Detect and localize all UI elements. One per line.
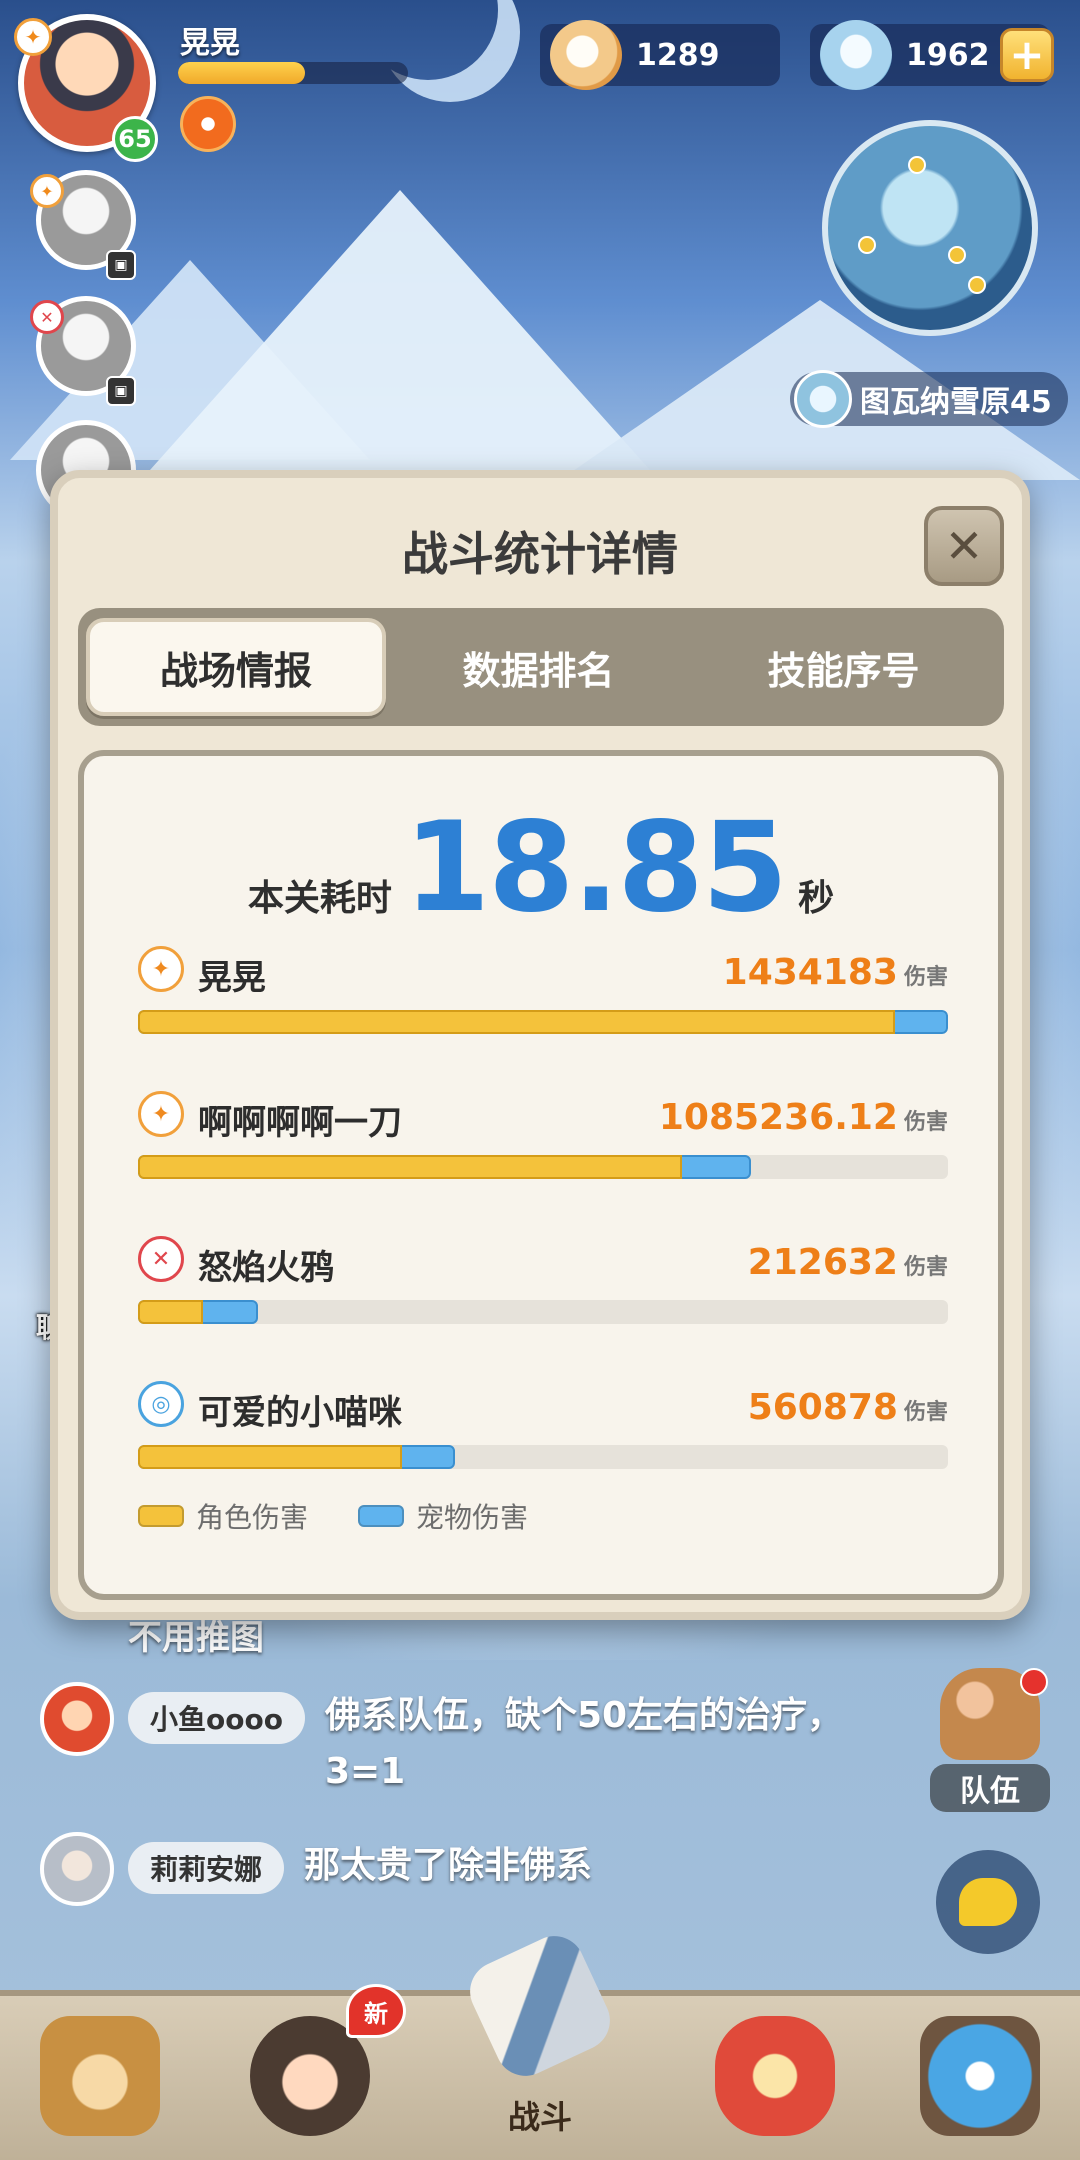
minimap[interactable] (822, 120, 1038, 336)
battle-intel-panel: 本关耗时 18.85 秒 ✦ 晃晃 1434183 伤害 ✦ 啊啊啊啊一刀 10… (78, 750, 1004, 1600)
nav-battle[interactable]: 战斗 (460, 1926, 620, 2136)
class-sword-icon: ✦ (30, 174, 64, 208)
battle-sword-icon (460, 1926, 620, 2086)
map-marker (968, 276, 986, 294)
chat-message-text: 那太贵了除非佛系 (304, 1845, 593, 1886)
battle-stats-dialog: 战斗统计详情 ✕ 战场情报 数据排名 技能序号 本关耗时 18.85 秒 ✦ 晃… (50, 470, 1030, 1620)
class-crow-icon: ✕ (138, 1236, 184, 1282)
nav-portal[interactable] (905, 2016, 1055, 2156)
notification-dot (1020, 1668, 1048, 1696)
damage-bar (138, 1010, 948, 1034)
dialog-title: 战斗统计详情 (402, 527, 678, 581)
member-name: 可爱的小喵咪 (198, 1393, 402, 1433)
member-name: 啊啊啊啊一刀 (198, 1103, 402, 1143)
class-crow-icon: ✕ (30, 300, 64, 334)
damage-value: 1085236.12 (658, 1097, 898, 1138)
damage-value: 212632 (747, 1242, 898, 1283)
legend-label: 角色伤害 (196, 1501, 309, 1534)
player-hp-fill (178, 62, 305, 84)
chat-username[interactable]: 莉莉安娜 (128, 1842, 285, 1894)
damage-unit: 伤害 (903, 1255, 948, 1280)
damage-total: 560878 伤害 (748, 1387, 948, 1428)
new-badge: 新 (346, 1984, 406, 2038)
damage-total: 1085236.12 伤害 (659, 1097, 948, 1138)
stats-tabs: 战场情报 数据排名 技能序号 (78, 608, 1004, 726)
legend-swatch (138, 1505, 184, 1527)
nav-pet[interactable] (700, 2016, 850, 2156)
chat-fab-button[interactable] (936, 1850, 1040, 1954)
member-name: 晃晃 (198, 958, 266, 998)
character-damage-segment (138, 1155, 683, 1179)
clear-time-unit: 秒 (798, 878, 835, 919)
damage-row: ✦ 啊啊啊啊一刀 1085236.12 伤害 (138, 1091, 948, 1201)
clear-time: 本关耗时 18.85 秒 (84, 806, 998, 930)
character-damage-segment (138, 1445, 403, 1469)
chat-avatar[interactable] (40, 1682, 114, 1756)
chat-message: 小鱼oooo 佛系队伍，缺个50左右的治疗，3=1 (40, 1682, 845, 1800)
damage-unit: 伤害 (903, 1110, 948, 1135)
class-flame-icon: ✦ (138, 946, 184, 992)
gem-currency[interactable]: 1962 + (810, 20, 1054, 90)
character-damage-segment (138, 1300, 203, 1324)
chat-username[interactable]: 小鱼oooo (128, 1692, 305, 1744)
damage-legend: 角色伤害 宠物伤害 (138, 1496, 558, 1536)
damage-row: ✦ 晃晃 1434183 伤害 (138, 946, 948, 1056)
damage-bar (138, 1300, 948, 1324)
tab-data-ranking[interactable]: 数据排名 (386, 618, 691, 716)
chat-message: 莉莉安娜 那太贵了除非佛系 (40, 1832, 592, 1906)
chat-status-icon: ▣ (106, 250, 136, 280)
class-swirl-icon: ◎ (138, 1381, 184, 1427)
tribe-icon (40, 2016, 160, 2136)
map-marker (858, 236, 876, 254)
player-hp-bar (178, 62, 408, 84)
pearl-currency[interactable]: 1289 (540, 20, 780, 90)
chat-status-icon: ▣ (106, 376, 136, 406)
speech-bubble-icon (959, 1878, 1017, 1926)
add-gems-button[interactable]: + (1000, 28, 1054, 82)
gem-icon (820, 20, 892, 90)
portal-icon (920, 2016, 1040, 2136)
clear-time-value: 18.85 (403, 796, 788, 940)
nav-tribe[interactable] (25, 2016, 175, 2156)
legend-label: 宠物伤害 (416, 1501, 529, 1534)
class-flame-icon: ✦ (14, 18, 52, 56)
damage-total: 1434183 伤害 (723, 952, 948, 993)
player-name: 晃晃 (180, 26, 240, 61)
location-name: 图瓦纳雪原45 (860, 385, 1052, 420)
close-button[interactable]: ✕ (924, 506, 1004, 586)
damage-bar (138, 1155, 948, 1179)
damage-unit: 伤害 (903, 965, 948, 990)
player-level-badge: 65 (112, 116, 158, 162)
location-icon (794, 370, 852, 428)
map-marker (948, 246, 966, 264)
damage-value: 560878 (747, 1387, 898, 1428)
damage-row: ◎ 可爱的小喵咪 560878 伤害 (138, 1381, 948, 1491)
chat-message-text: 佛系队伍，缺个50左右的治疗，3=1 (324, 1695, 844, 1792)
legend-item-pet: 宠物伤害 (358, 1496, 528, 1536)
pet-icon (715, 2016, 835, 2136)
location-label[interactable]: 图瓦纳雪原45 (790, 370, 1068, 428)
damage-unit: 伤害 (903, 1400, 948, 1425)
clear-time-label: 本关耗时 (247, 878, 392, 919)
legend-item-character: 角色伤害 (138, 1496, 308, 1536)
pearl-icon (550, 20, 622, 90)
damage-bar (138, 1445, 948, 1469)
map-marker (908, 156, 926, 174)
bottom-nav: 战斗 (0, 1926, 1080, 2160)
tab-battle-intel[interactable]: 战场情报 (86, 618, 386, 716)
damage-total: 212632 伤害 (748, 1242, 948, 1283)
pearl-count: 1289 (636, 37, 720, 73)
chat-avatar[interactable] (40, 1832, 114, 1906)
gem-count: 1962 (906, 37, 990, 73)
buff-icon[interactable] (180, 96, 236, 152)
class-sword-icon: ✦ (138, 1091, 184, 1137)
member-name: 怒焰火鸦 (198, 1248, 334, 1288)
damage-row: ✕ 怒焰火鸦 212632 伤害 (138, 1236, 948, 1346)
nav-battle-label: 战斗 (507, 2098, 572, 2136)
legend-swatch (358, 1505, 405, 1527)
character-damage-segment (138, 1010, 896, 1034)
damage-value: 1434183 (722, 952, 898, 993)
tab-skill-order[interactable]: 技能序号 (691, 618, 996, 716)
team-button-label: 队伍 (930, 1764, 1050, 1812)
